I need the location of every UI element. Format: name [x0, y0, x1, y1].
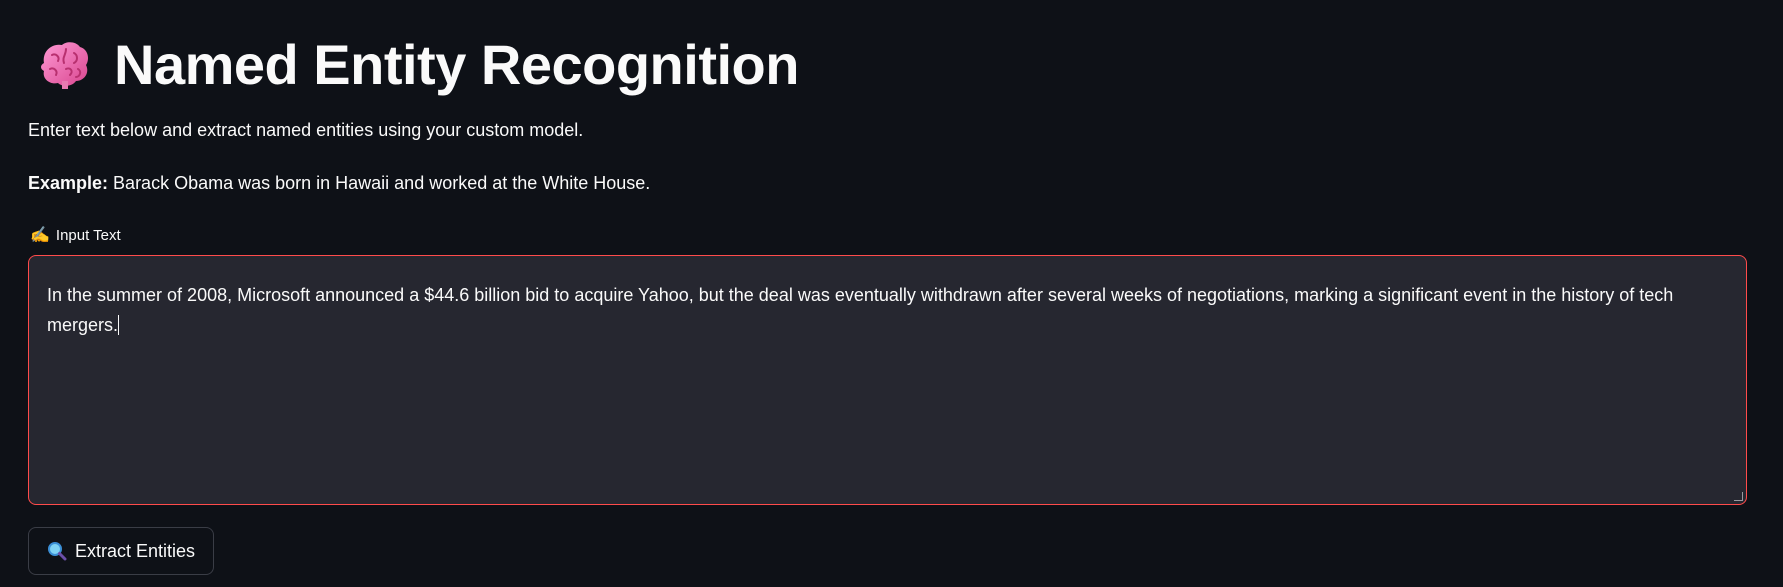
input-textarea[interactable]: In the summer of 2008, Microsoft announc… — [28, 255, 1747, 505]
input-label-text: Input Text — [55, 226, 121, 244]
writing-hand-icon: ✍️ — [30, 227, 50, 244]
example-text: Example: Barack Obama was born in Hawaii… — [28, 173, 650, 194]
brain-icon — [36, 37, 92, 93]
text-caret — [118, 315, 120, 335]
title-row: Named Entity Recognition — [36, 30, 799, 100]
example-sentence: Barack Obama was born in Hawaii and work… — [108, 173, 651, 193]
magnifying-glass-icon — [47, 541, 67, 561]
input-textarea-value: In the summer of 2008, Microsoft announc… — [47, 285, 1674, 335]
example-label: Example: — [28, 173, 109, 193]
resize-handle[interactable] — [1734, 492, 1743, 501]
extract-entities-label: Extract Entities — [75, 540, 196, 561]
page-title: Named Entity Recognition — [114, 33, 799, 96]
app-page: Named Entity Recognition Enter text belo… — [0, 0, 1783, 587]
input-label: ✍️ Input Text — [30, 225, 121, 245]
extract-entities-button[interactable]: Extract Entities — [28, 527, 215, 575]
description-text: Enter text below and extract named entit… — [28, 120, 584, 140]
